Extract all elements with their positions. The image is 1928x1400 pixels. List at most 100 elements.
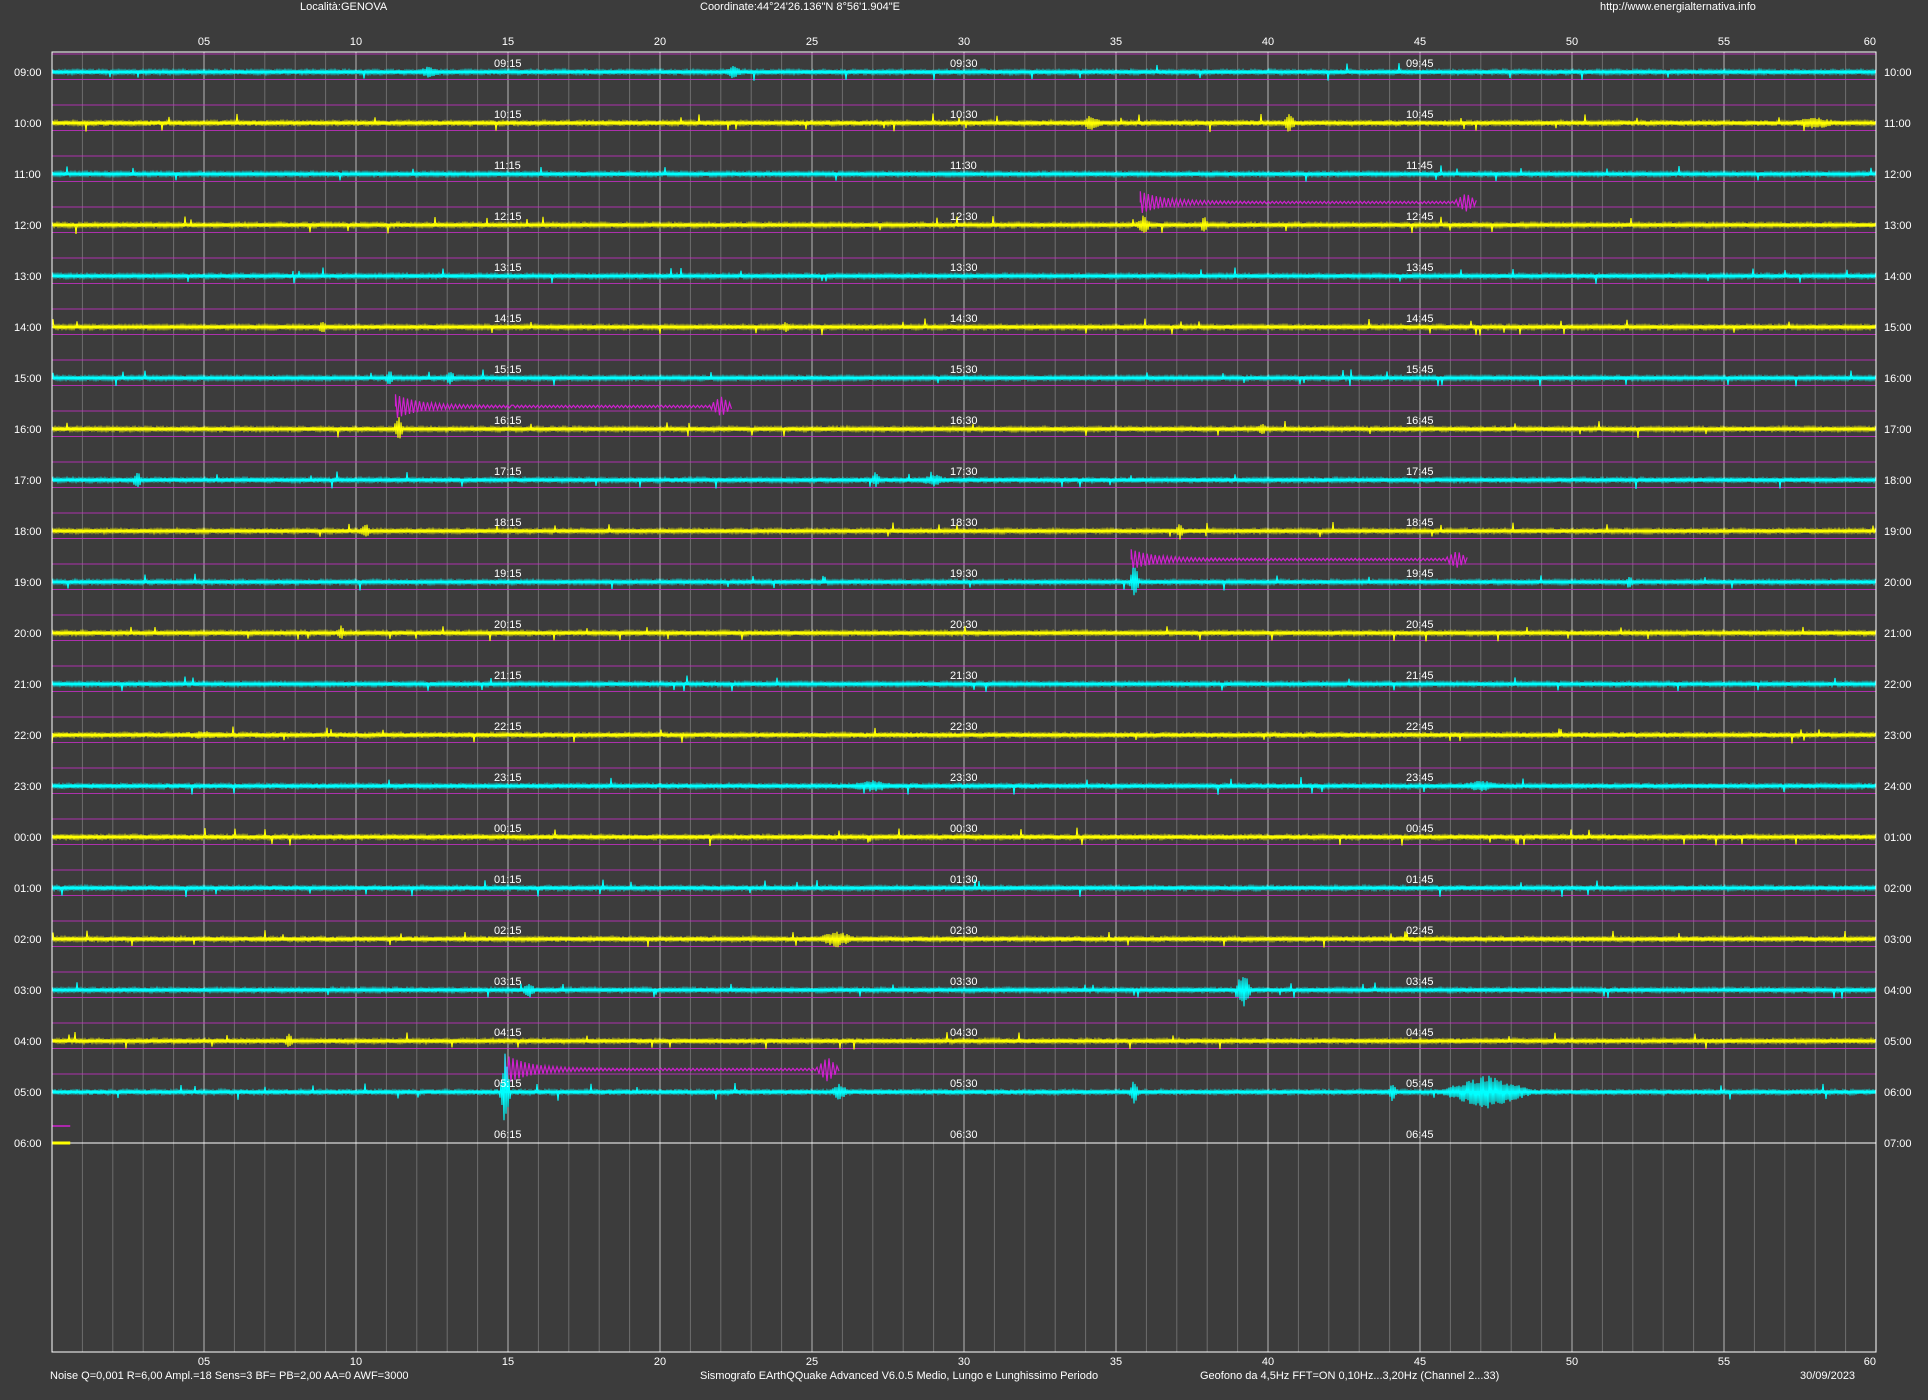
quarter-hour-label: 18:15 <box>494 517 522 529</box>
row-end-time: 19:00 <box>1884 526 1912 538</box>
quarter-hour-label: 05:30 <box>950 1078 978 1090</box>
quarter-hour-label: 16:45 <box>1406 415 1434 427</box>
row-start-time: 17:00 <box>14 475 42 487</box>
row-end-time: 21:00 <box>1884 628 1912 640</box>
processing-params-label: Noise Q=0,001 R=6,00 Ampl.=18 Sens=3 BF=… <box>50 1370 409 1382</box>
quarter-hour-label: 23:30 <box>950 772 978 784</box>
row-end-time: 24:00 <box>1884 781 1912 793</box>
quarter-hour-label: 12:45 <box>1406 211 1434 223</box>
x-tick-label-bottom: 55 <box>1718 1356 1730 1368</box>
row-start-time: 15:00 <box>14 373 42 385</box>
x-tick-label-top: 35 <box>1110 36 1122 48</box>
quarter-hour-label: 09:30 <box>950 58 978 70</box>
quarter-hour-label: 02:45 <box>1406 925 1434 937</box>
quarter-hour-label: 03:15 <box>494 976 522 988</box>
quarter-hour-label: 15:45 <box>1406 364 1434 376</box>
x-tick-label-top: 05 <box>198 36 210 48</box>
row-end-time: 11:00 <box>1884 118 1911 130</box>
quarter-hour-label: 15:15 <box>494 364 522 376</box>
row-end-time: 01:00 <box>1884 832 1912 844</box>
quarter-hour-label: 17:30 <box>950 466 978 478</box>
row-start-time: 01:00 <box>14 883 42 895</box>
x-tick-label-bottom: 20 <box>654 1356 666 1368</box>
row-start-time: 16:00 <box>14 424 42 436</box>
quarter-hour-label: 17:45 <box>1406 466 1434 478</box>
row-end-time: 07:00 <box>1884 1138 1912 1150</box>
quarter-hour-label: 12:30 <box>950 211 978 223</box>
quarter-hour-label: 00:30 <box>950 823 978 835</box>
sensor-label: Geofono da 4,5Hz FFT=ON 0,10Hz...3,20Hz … <box>1200 1370 1500 1382</box>
row-start-time: 18:00 <box>14 526 42 538</box>
x-tick-label-bottom: 45 <box>1414 1356 1426 1368</box>
quarter-hour-label: 13:30 <box>950 262 978 274</box>
event-trace <box>504 1054 840 1084</box>
row-end-time: 20:00 <box>1884 577 1912 589</box>
quarter-hour-label: 10:30 <box>950 109 978 121</box>
row-end-time: 12:00 <box>1884 169 1912 181</box>
quarter-hour-label: 01:45 <box>1406 874 1434 886</box>
row-start-time: 09:00 <box>14 67 42 79</box>
x-tick-label-top: 55 <box>1718 36 1730 48</box>
x-tick-label-top: 40 <box>1262 36 1274 48</box>
quarter-hour-label: 10:45 <box>1406 109 1434 121</box>
quarter-hour-label: 05:45 <box>1406 1078 1434 1090</box>
row-start-time: 05:00 <box>14 1087 42 1099</box>
quarter-hour-label: 11:30 <box>950 160 977 172</box>
row-end-time: 04:00 <box>1884 985 1912 997</box>
event-trace <box>1130 549 1468 570</box>
quarter-hour-label: 04:45 <box>1406 1027 1434 1039</box>
quarter-hour-label: 12:15 <box>494 211 522 223</box>
quarter-hour-label: 06:15 <box>494 1129 522 1141</box>
row-start-time: 03:00 <box>14 985 42 997</box>
helicorder-chart: 05 05 10 10 15 15 20 20 25 25 30 30 35 35 40 40 45 45 50 50… <box>14 36 1912 1368</box>
quarter-hour-label: 19:45 <box>1406 568 1434 580</box>
quarter-hour-label: 02:15 <box>494 925 522 937</box>
x-tick-label-bottom: 40 <box>1262 1356 1274 1368</box>
x-tick-label-bottom: 35 <box>1110 1356 1122 1368</box>
x-tick-label-bottom: 50 <box>1566 1356 1578 1368</box>
row-end-time: 16:00 <box>1884 373 1912 385</box>
row-end-time: 05:00 <box>1884 1036 1912 1048</box>
quarter-hour-label: 16:15 <box>494 415 522 427</box>
quarter-hour-label: 21:15 <box>494 670 522 682</box>
row-end-time: 14:00 <box>1884 271 1912 283</box>
row-start-time: 06:00 <box>14 1138 42 1150</box>
row-start-time: 20:00 <box>14 628 42 640</box>
row-end-time: 18:00 <box>1884 475 1912 487</box>
quarter-hour-label: 04:15 <box>494 1027 522 1039</box>
row-start-time: 00:00 <box>14 832 42 844</box>
quarter-hour-label: 13:45 <box>1406 262 1434 274</box>
event-trace <box>394 394 733 418</box>
quarter-hour-label: 23:45 <box>1406 772 1434 784</box>
quarter-hour-label: 13:15 <box>494 262 522 274</box>
row-start-time: 21:00 <box>14 679 42 691</box>
separator-layer <box>52 53 1876 1075</box>
x-tick-label-top: 25 <box>806 36 818 48</box>
quarter-hour-label: 16:30 <box>950 415 978 427</box>
x-tick-label-top: 15 <box>502 36 514 48</box>
quarter-hour-label: 03:45 <box>1406 976 1434 988</box>
quarter-hour-label: 17:15 <box>494 466 522 478</box>
row-end-time: 02:00 <box>1884 883 1912 895</box>
x-tick-label-top: 10 <box>350 36 362 48</box>
x-tick-label-top: 50 <box>1566 36 1578 48</box>
row-end-time: 13:00 <box>1884 220 1912 232</box>
row-start-time: 23:00 <box>14 781 42 793</box>
event-trace <box>1139 191 1477 213</box>
quarter-hour-label: 19:15 <box>494 568 522 580</box>
quarter-hour-label: 18:45 <box>1406 517 1434 529</box>
quarter-hour-label: 20:45 <box>1406 619 1434 631</box>
row-end-time: 15:00 <box>1884 322 1912 334</box>
quarter-hour-label: 04:30 <box>950 1027 978 1039</box>
x-tick-label-bottom: 15 <box>502 1356 514 1368</box>
quarter-hour-label: 20:30 <box>950 619 978 631</box>
date-label: 30/09/2023 <box>1800 1370 1856 1382</box>
quarter-hour-label: 01:30 <box>950 874 978 886</box>
x-tick-label-top: 30 <box>958 36 970 48</box>
quarter-hour-label: 22:15 <box>494 721 522 733</box>
quarter-hour-label: 11:45 <box>1406 160 1433 172</box>
quarter-hour-label: 15:30 <box>950 364 978 376</box>
quarter-hour-label: 14:30 <box>950 313 978 325</box>
row-start-time: 02:00 <box>14 934 42 946</box>
row-end-time: 10:00 <box>1884 67 1912 79</box>
